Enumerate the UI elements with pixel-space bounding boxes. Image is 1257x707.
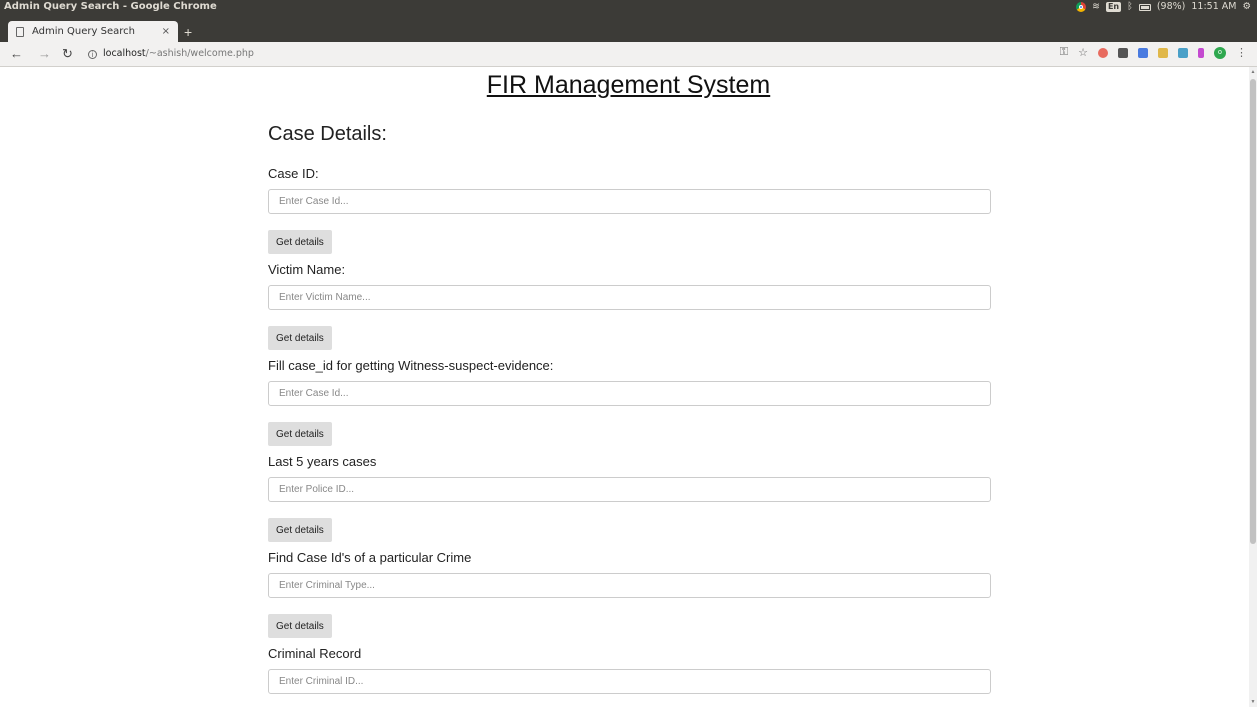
witness-get-details-button[interactable]: Get details (268, 422, 332, 446)
scroll-up-arrow-icon[interactable]: ▲ (1250, 69, 1256, 75)
settings-gear-icon[interactable]: ⚙ (1242, 0, 1251, 14)
tab-strip: Admin Query Search × + (0, 14, 1257, 42)
criminal-record-label: Criminal Record (268, 646, 362, 661)
system-tray: ≋ En ᛒ (98%) 11:51 AM ⚙ (1076, 0, 1251, 14)
last-5-years-group: Last 5 years cases Get details (268, 452, 991, 542)
crime-case-ids-group: Find Case Id's of a particular Crime Get… (268, 548, 991, 638)
extension-red-icon[interactable] (1098, 47, 1108, 58)
back-arrow-icon[interactable]: ← (10, 46, 23, 62)
profile-avatar-icon[interactable]: o (1214, 46, 1226, 59)
page-favicon-icon (16, 26, 24, 37)
bookmark-star-icon[interactable]: ☆ (1078, 46, 1088, 59)
extension-yellow-icon[interactable] (1158, 47, 1168, 58)
scroll-down-arrow-icon[interactable]: ▼ (1250, 699, 1256, 705)
browser-tab[interactable]: Admin Query Search × (8, 21, 178, 42)
victim-name-group: Victim Name: Get details (268, 260, 991, 350)
os-top-bar: Admin Query Search - Google Chrome ≋ En … (0, 0, 1257, 14)
wifi-icon[interactable]: ≋ (1092, 0, 1100, 14)
scrollbar-thumb[interactable] (1250, 79, 1256, 544)
extension-shield-icon[interactable] (1138, 47, 1148, 58)
police-id-input[interactable] (268, 477, 991, 502)
witness-case-id-input[interactable] (268, 381, 991, 406)
tab-close-icon[interactable]: × (162, 26, 170, 37)
keyboard-layout-indicator[interactable]: En (1105, 2, 1122, 12)
battery-percentage: (98%) (1156, 1, 1186, 12)
victim-name-get-details-button[interactable]: Get details (268, 326, 332, 350)
browser-toolbar: ← → ↻ i localhost/~ashish/welcome.php ⚿ … (0, 42, 1257, 67)
criminal-id-input[interactable] (268, 669, 991, 694)
witness-suspect-evidence-label: Fill case_id for getting Witness-suspect… (268, 358, 554, 373)
victim-name-input[interactable] (268, 285, 991, 310)
section-title: Case Details: (268, 123, 387, 145)
toolbar-actions: ⚿ ☆ o ⋮ (1060, 46, 1247, 59)
extension-purple-icon[interactable] (1198, 47, 1204, 58)
case-id-input[interactable] (268, 189, 991, 214)
battery-icon[interactable] (1138, 3, 1151, 11)
page-content: FIR Management System Case Details: Case… (0, 67, 1249, 707)
key-icon[interactable]: ⚿ (1060, 46, 1068, 59)
witness-suspect-evidence-group: Fill case_id for getting Witness-suspect… (268, 356, 991, 446)
window-title: Admin Query Search - Google Chrome (4, 1, 217, 12)
page-title: FIR Management System (486, 71, 771, 99)
url-path: /~ashish/welcome.php (145, 48, 254, 59)
criminal-record-group: Criminal Record (268, 644, 991, 694)
menu-kebab-icon[interactable]: ⋮ (1236, 46, 1247, 59)
extension-dark-icon[interactable] (1118, 47, 1128, 58)
bluetooth-icon[interactable]: ᛒ (1127, 0, 1133, 14)
last-5-years-get-details-button[interactable]: Get details (268, 518, 332, 542)
victim-name-label: Victim Name: (268, 262, 346, 277)
last-5-years-label: Last 5 years cases (268, 454, 377, 469)
page-scrollbar[interactable]: ▲ ▼ (1249, 67, 1257, 707)
criminal-type-input[interactable] (268, 573, 991, 598)
chrome-indicator-icon[interactable] (1076, 2, 1086, 12)
crime-case-ids-label: Find Case Id's of a particular Crime (268, 550, 472, 565)
crime-get-details-button[interactable]: Get details (268, 614, 332, 638)
tab-title: Admin Query Search (32, 26, 135, 37)
clock[interactable]: 11:51 AM (1191, 0, 1236, 14)
reload-icon[interactable]: ↻ (62, 46, 73, 62)
case-id-label: Case ID: (268, 166, 319, 181)
extension-blue-icon[interactable] (1178, 47, 1188, 58)
site-info-icon[interactable]: i (88, 49, 97, 59)
address-bar[interactable]: i localhost/~ashish/welcome.php (88, 47, 254, 61)
new-tab-button[interactable]: + (184, 25, 192, 39)
forward-arrow-icon[interactable]: → (38, 46, 51, 62)
case-id-get-details-button[interactable]: Get details (268, 230, 332, 254)
url-host: localhost (103, 48, 146, 59)
case-id-group: Case ID: Get details (268, 164, 991, 254)
